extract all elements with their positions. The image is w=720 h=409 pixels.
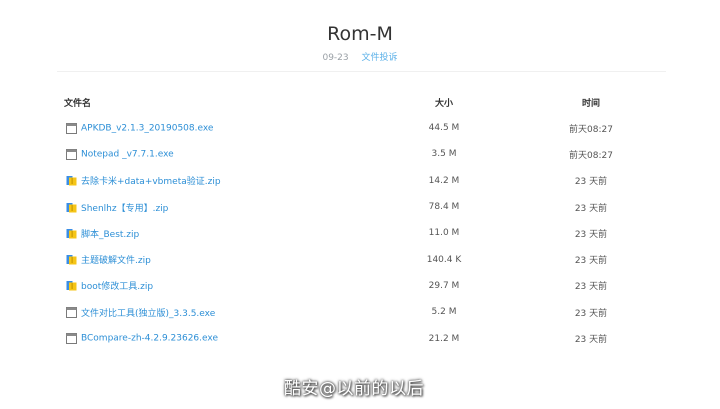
zip-file-icon (66, 254, 77, 265)
column-header-time: 时间 (581, 98, 600, 109)
zip-file-icon (66, 175, 77, 186)
file-table: 文件名 大小 时间 APKDB_v2.1.3_20190508.exe 44.5 … (64, 89, 658, 352)
file-link[interactable]: 去除卡米+data+vbmeta验证.zip (81, 177, 221, 187)
file-time-cell: 23 天前 (574, 229, 608, 240)
table-row: boot修改工具.zip 29.7 M 23 天前 (64, 273, 658, 299)
file-link[interactable]: BCompare-zh-4.2.9.23626.exe (81, 334, 218, 344)
column-header-name: 文件名 (64, 98, 92, 109)
exe-file-icon (66, 148, 77, 160)
table-header-row: 文件名 大小 时间 (64, 89, 658, 115)
zip-file-icon (66, 280, 77, 291)
file-name-cell: 主题破解文件.zip (64, 246, 364, 272)
file-time-cell: 前天08:27 (569, 124, 613, 135)
file-name-cell: boot修改工具.zip (64, 273, 364, 299)
file-size-cell: 3.5 M (431, 149, 457, 160)
page: Rom-M 09-23 文件投诉 文件名 大小 时间 APKDB_v2.1.3_… (0, 0, 720, 409)
file-name-cell: BCompare-zh-4.2.9.23626.exe (64, 325, 364, 351)
file-size-cell: 11.0 M (428, 228, 460, 239)
file-time-cell: 23 天前 (574, 282, 608, 293)
file-size-cell: 140.4 K (426, 254, 462, 265)
table-row: BCompare-zh-4.2.9.23626.exe 21.2 M 23 天前 (64, 325, 658, 351)
file-link[interactable]: boot修改工具.zip (81, 282, 153, 292)
column-header-size: 大小 (434, 98, 453, 109)
file-size-cell: 21.2 M (428, 333, 460, 344)
file-link[interactable]: 主题破解文件.zip (81, 256, 151, 266)
file-link[interactable]: 文件对比工具(独立版)_3.3.5.exe (81, 309, 215, 319)
file-name-cell: APKDB_v2.1.3_20190508.exe (64, 115, 364, 141)
header-divider (57, 71, 666, 72)
zip-file-icon (66, 202, 77, 213)
file-name-cell: Notepad _v7.7.1.exe (64, 141, 364, 167)
file-time-cell: 23 天前 (574, 335, 608, 346)
file-size-cell: 29.7 M (428, 280, 460, 291)
exe-file-icon (66, 122, 77, 134)
file-name-cell: Shenlhz【专用】.zip (64, 194, 364, 220)
table-row: 主题破解文件.zip 140.4 K 23 天前 (64, 246, 658, 272)
file-time-cell: 23 天前 (574, 203, 608, 214)
upload-date: 09-23 (322, 53, 349, 63)
file-time-cell: 23 天前 (574, 308, 608, 319)
file-time-cell: 前天08:27 (569, 150, 613, 161)
table-row: APKDB_v2.1.3_20190508.exe 44.5 M 前天08:27 (64, 115, 658, 141)
file-time-cell: 23 天前 (574, 177, 608, 188)
file-time-cell: 23 天前 (574, 256, 608, 267)
file-link[interactable]: 脚本_Best.zip (81, 230, 139, 240)
file-name-cell: 文件对比工具(独立版)_3.3.5.exe (64, 299, 364, 325)
table-row: 去除卡米+data+vbmeta验证.zip 14.2 M 23 天前 (64, 168, 658, 194)
file-link[interactable]: Notepad _v7.7.1.exe (81, 149, 174, 159)
file-name-cell: 脚本_Best.zip (64, 220, 364, 246)
header: Rom-M 09-23 文件投诉 (0, 0, 720, 64)
file-name-cell: 去除卡米+data+vbmeta验证.zip (64, 168, 364, 194)
zip-file-icon (66, 228, 77, 239)
file-size-cell: 14.2 M (428, 175, 460, 186)
file-size-cell: 78.4 M (428, 202, 460, 213)
watermark: 酷安@以前的以后 (284, 379, 424, 399)
file-size-cell: 5.2 M (431, 307, 457, 318)
table-row: 脚本_Best.zip 11.0 M 23 天前 (64, 220, 658, 246)
page-title: Rom-M (327, 23, 393, 45)
file-link[interactable]: APKDB_v2.1.3_20190508.exe (81, 123, 213, 133)
exe-file-icon (66, 333, 77, 345)
meta-line: 09-23 文件投诉 (0, 52, 720, 64)
file-link[interactable]: Shenlhz【专用】.zip (81, 204, 168, 214)
table-row: Shenlhz【专用】.zip 78.4 M 23 天前 (64, 194, 658, 220)
report-file-link[interactable]: 文件投诉 (362, 53, 398, 63)
file-rows: APKDB_v2.1.3_20190508.exe 44.5 M 前天08:27 No… (64, 115, 658, 352)
table-row: Notepad _v7.7.1.exe 3.5 M 前天08:27 (64, 141, 658, 167)
table-row: 文件对比工具(独立版)_3.3.5.exe 5.2 M 23 天前 (64, 299, 658, 325)
file-size-cell: 44.5 M (428, 123, 460, 134)
exe-file-icon (66, 306, 77, 318)
